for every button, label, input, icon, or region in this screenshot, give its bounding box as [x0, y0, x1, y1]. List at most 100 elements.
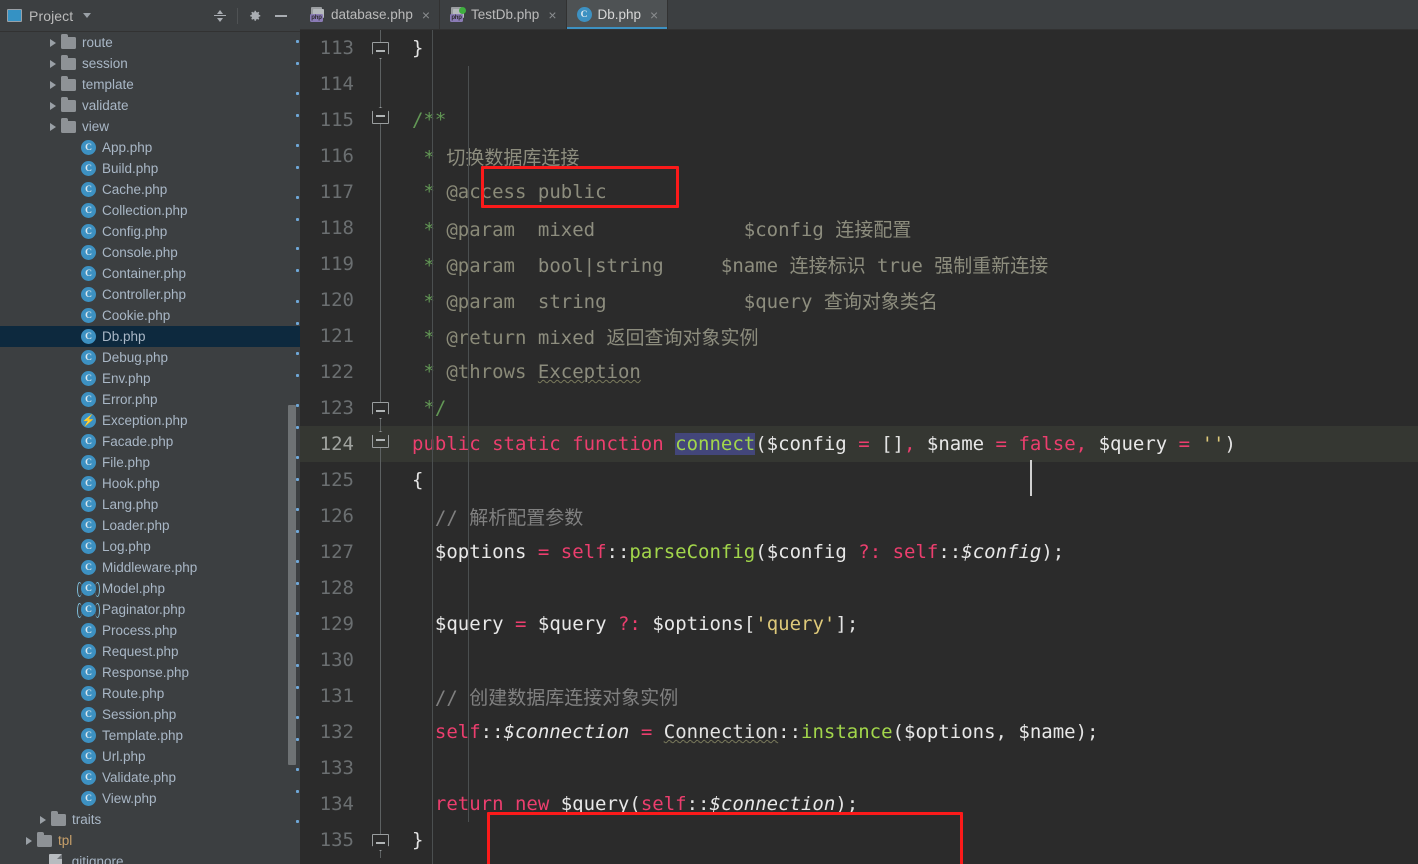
chevron-down-icon[interactable] [83, 13, 92, 18]
tree-item-console-php[interactable]: C Console.php [0, 242, 300, 263]
fold-gutter[interactable] [362, 606, 400, 642]
fold-gutter[interactable] [362, 138, 400, 174]
editor-tab-database-php[interactable]: php database.php × [300, 0, 441, 29]
tree-item-session[interactable]: session [0, 53, 300, 74]
tree-item-route-php[interactable]: C Route.php [0, 683, 300, 704]
tree-item-route[interactable]: route [0, 32, 300, 53]
tree-item-facade-php[interactable]: C Facade.php [0, 431, 300, 452]
tree-item-traits[interactable]: traits [0, 809, 300, 830]
collapse-all-button[interactable] [207, 3, 233, 29]
code-line-text: // 解析配置参数 [434, 506, 584, 529]
fold-gutter[interactable] [362, 498, 400, 534]
tree-item-collection-php[interactable]: C Collection.php [0, 200, 300, 221]
fold-gutter[interactable] [362, 534, 400, 570]
tree-item-file-php[interactable]: C File.php [0, 452, 300, 473]
fold-gutter[interactable] [362, 570, 400, 606]
close-icon[interactable]: × [650, 8, 658, 22]
fold-gutter[interactable] [362, 822, 400, 858]
fold-gutter[interactable] [362, 210, 400, 246]
fold-gutter[interactable] [362, 174, 400, 210]
php-class-icon: C [81, 791, 96, 806]
tree-item-view-php[interactable]: C View.php [0, 788, 300, 809]
line-number: 132 [319, 721, 354, 743]
fold-gutter[interactable] [362, 246, 400, 282]
fold-gutter[interactable] [362, 462, 400, 498]
expand-arrow-icon[interactable] [50, 38, 56, 47]
tree-item-url-php[interactable]: C Url.php [0, 746, 300, 767]
tree-item-validate[interactable]: validate [0, 95, 300, 116]
tree-item-validate-php[interactable]: C Validate.php [0, 767, 300, 788]
marker-dot [296, 530, 299, 533]
tree-item-cache-php[interactable]: C Cache.php [0, 179, 300, 200]
tree-item-session-php[interactable]: C Session.php [0, 704, 300, 725]
tree-item-cookie-php[interactable]: C Cookie.php [0, 305, 300, 326]
fold-gutter[interactable] [362, 102, 400, 138]
tree-item-template[interactable]: template [0, 74, 300, 95]
fold-toggle-icon[interactable] [372, 431, 389, 448]
code-line-text: * @param mixed $config 连接配置 [412, 218, 912, 241]
hide-button[interactable] [268, 3, 294, 29]
tree-item-lang-php[interactable]: C Lang.php [0, 494, 300, 515]
tree-item-controller-php[interactable]: C Controller.php [0, 284, 300, 305]
expand-arrow-icon[interactable] [50, 101, 56, 110]
tree-item-env-php[interactable]: C Env.php [0, 368, 300, 389]
code-line[interactable]: 135} [300, 822, 1418, 858]
expand-arrow-icon[interactable] [40, 815, 46, 824]
tree-item-build-php[interactable]: C Build.php [0, 158, 300, 179]
expand-arrow-icon[interactable] [50, 59, 56, 68]
tree-item-log-php[interactable]: C Log.php [0, 536, 300, 557]
fold-gutter[interactable] [362, 678, 400, 714]
expand-arrow-icon[interactable] [50, 122, 56, 131]
editor-tabbar[interactable]: php database.php × php TestDb.php × C Db.php × [300, 0, 1418, 30]
tree-item-loader-php[interactable]: C Loader.php [0, 515, 300, 536]
tree-item-hook-php[interactable]: C Hook.php [0, 473, 300, 494]
tree-item-error-php[interactable]: C Error.php [0, 389, 300, 410]
tree-item-config-php[interactable]: C Config.php [0, 221, 300, 242]
fold-gutter[interactable] [362, 426, 400, 462]
tree-item-tpl[interactable]: tpl [0, 830, 300, 851]
project-tree[interactable]: route session template validate view C App.php… [0, 32, 300, 864]
tree-item-view[interactable]: view [0, 116, 300, 137]
close-icon[interactable]: × [422, 8, 430, 22]
editor-tab-testdb-php[interactable]: php TestDb.php × [440, 0, 567, 29]
fold-gutter[interactable] [362, 30, 400, 66]
editor-tab-db-php[interactable]: C Db.php × [566, 0, 669, 29]
tree-item-paginator-php[interactable]: C Paginator.php [0, 599, 300, 620]
fold-toggle-icon[interactable] [372, 834, 389, 851]
tree-item-app-php[interactable]: C App.php [0, 137, 300, 158]
fold-gutter[interactable] [362, 786, 400, 822]
expand-arrow-icon[interactable] [50, 80, 56, 89]
tree-item-db-php[interactable]: C Db.php [0, 326, 300, 347]
fold-gutter[interactable] [362, 282, 400, 318]
tree-item--gitignore[interactable]: .gitignore [0, 851, 300, 864]
fold-toggle-icon[interactable] [372, 107, 389, 124]
code-line[interactable]: 113} [300, 30, 1418, 66]
tree-item-request-php[interactable]: C Request.php [0, 641, 300, 662]
fold-toggle-icon[interactable] [372, 402, 389, 419]
tree-item-middleware-php[interactable]: C Middleware.php [0, 557, 300, 578]
settings-button[interactable] [242, 3, 268, 29]
expand-arrow-icon[interactable] [26, 836, 32, 845]
fold-gutter[interactable] [362, 354, 400, 390]
tree-item-process-php[interactable]: C Process.php [0, 620, 300, 641]
fold-gutter[interactable] [362, 642, 400, 678]
fold-gutter[interactable] [362, 750, 400, 786]
tree-item-debug-php[interactable]: C Debug.php [0, 347, 300, 368]
code-editor[interactable]: 113} 114 115 /** 116 * 切换数据库连接 117 * @access … [300, 30, 1418, 864]
fold-toggle-icon[interactable] [372, 42, 389, 59]
tree-item-container-php[interactable]: C Container.php [0, 263, 300, 284]
tree-item-response-php[interactable]: C Response.php [0, 662, 300, 683]
php-class-icon: C [81, 329, 96, 344]
tree-item-exception-php[interactable]: ⚡ Exception.php [0, 410, 300, 431]
php-class-icon: C [81, 245, 96, 260]
tree-item-model-php[interactable]: C Model.php [0, 578, 300, 599]
fold-gutter[interactable] [362, 714, 400, 750]
sidebar-scrollbar[interactable] [288, 405, 296, 765]
tree-item-template-php[interactable]: C Template.php [0, 725, 300, 746]
php-exception-class-icon: ⚡ [81, 413, 96, 428]
fold-gutter[interactable] [362, 318, 400, 354]
fold-gutter[interactable] [362, 390, 400, 426]
fold-gutter[interactable] [362, 66, 400, 102]
project-view-selector[interactable]: Project [7, 8, 92, 24]
close-icon[interactable]: × [548, 8, 556, 22]
